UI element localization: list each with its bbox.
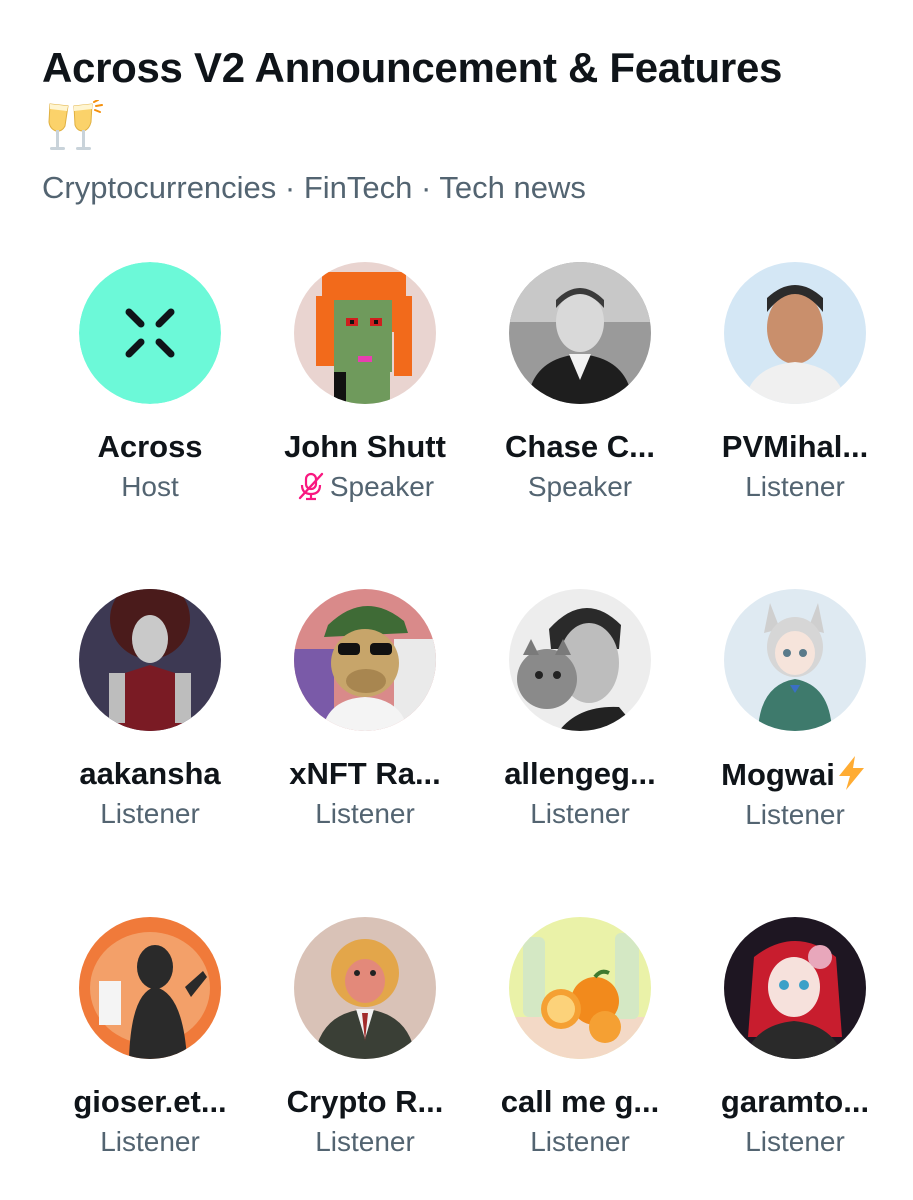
participant-role: Listener — [315, 798, 415, 829]
participant-name: Across — [97, 429, 203, 464]
participant-name: aakansha — [79, 756, 221, 791]
participant-role: Listener — [745, 1126, 845, 1157]
across-logo-icon — [79, 262, 221, 404]
participant-name: Mogwai — [687, 755, 903, 794]
participant-role: Speaker — [527, 471, 633, 502]
monkey-in-suit-art — [294, 917, 436, 1059]
pixel-punk-avatar — [294, 262, 436, 404]
silhouette-art — [79, 917, 221, 1059]
participant-role: Listener — [100, 1126, 200, 1157]
man-in-suit-photo — [509, 262, 651, 404]
participant-chase[interactable]: Chase C... Speaker — [472, 262, 688, 504]
participant-role: Listener — [100, 798, 200, 829]
participant-name: PVMihal... — [721, 429, 869, 464]
man-with-cat-photo — [509, 589, 651, 731]
oranges-photo — [509, 917, 651, 1059]
participant-name: Crypto R... — [286, 1084, 444, 1119]
participant-name: allengeg... — [504, 756, 656, 791]
participant-pvmihal[interactable]: PVMihal... Listener — [687, 262, 903, 504]
anime-catgirl-art — [724, 589, 866, 731]
participant-name: garamto... — [720, 1084, 870, 1119]
participant-name: Chase C... — [505, 429, 655, 464]
robot-woman-art — [79, 589, 221, 731]
participant-name: gioser.et... — [73, 1084, 227, 1119]
participant-across[interactable]: Across Host — [42, 262, 258, 504]
participant-name: John Shutt — [284, 429, 446, 464]
participant-call-me-g[interactable]: call me g... Listener — [472, 917, 688, 1159]
man-selfie-photo — [724, 262, 866, 404]
participant-crypto-r[interactable]: Crypto R... Listener — [257, 917, 473, 1159]
space-topics[interactable]: Cryptocurrencies · FinTech · Tech news — [42, 168, 882, 208]
participant-name: xNFT Ra... — [289, 756, 441, 791]
ape-nft-art — [294, 589, 436, 731]
participant-allengeg[interactable]: allengeg... Listener — [472, 589, 688, 831]
participant-role: Listener — [315, 1126, 415, 1157]
participant-role: Host — [121, 471, 179, 502]
mic-muted-icon — [298, 472, 324, 501]
participant-john-shutt[interactable]: John Shutt Speaker — [257, 262, 473, 504]
space-title: Across V2 Announcement & Features — [42, 44, 783, 91]
clinking-glasses-icon — [44, 99, 104, 156]
participant-garamto[interactable]: garamto... Listener — [687, 917, 903, 1159]
participant-role: Speaker — [257, 470, 473, 504]
participant-role: Listener — [530, 798, 630, 829]
participant-name: call me g... — [500, 1084, 660, 1119]
anime-redhair-art — [724, 917, 866, 1059]
participant-mogwai[interactable]: Mogwai Listener — [687, 589, 903, 832]
participant-role: Listener — [745, 471, 845, 502]
participant-gioser[interactable]: gioser.et... Listener — [42, 917, 258, 1159]
participant-role: Listener — [745, 799, 845, 830]
participant-xnft[interactable]: xNFT Ra... Listener — [257, 589, 473, 831]
participant-aakansha[interactable]: aakansha Listener — [42, 589, 258, 831]
participant-role: Listener — [530, 1126, 630, 1157]
lightning-icon — [838, 756, 864, 790]
